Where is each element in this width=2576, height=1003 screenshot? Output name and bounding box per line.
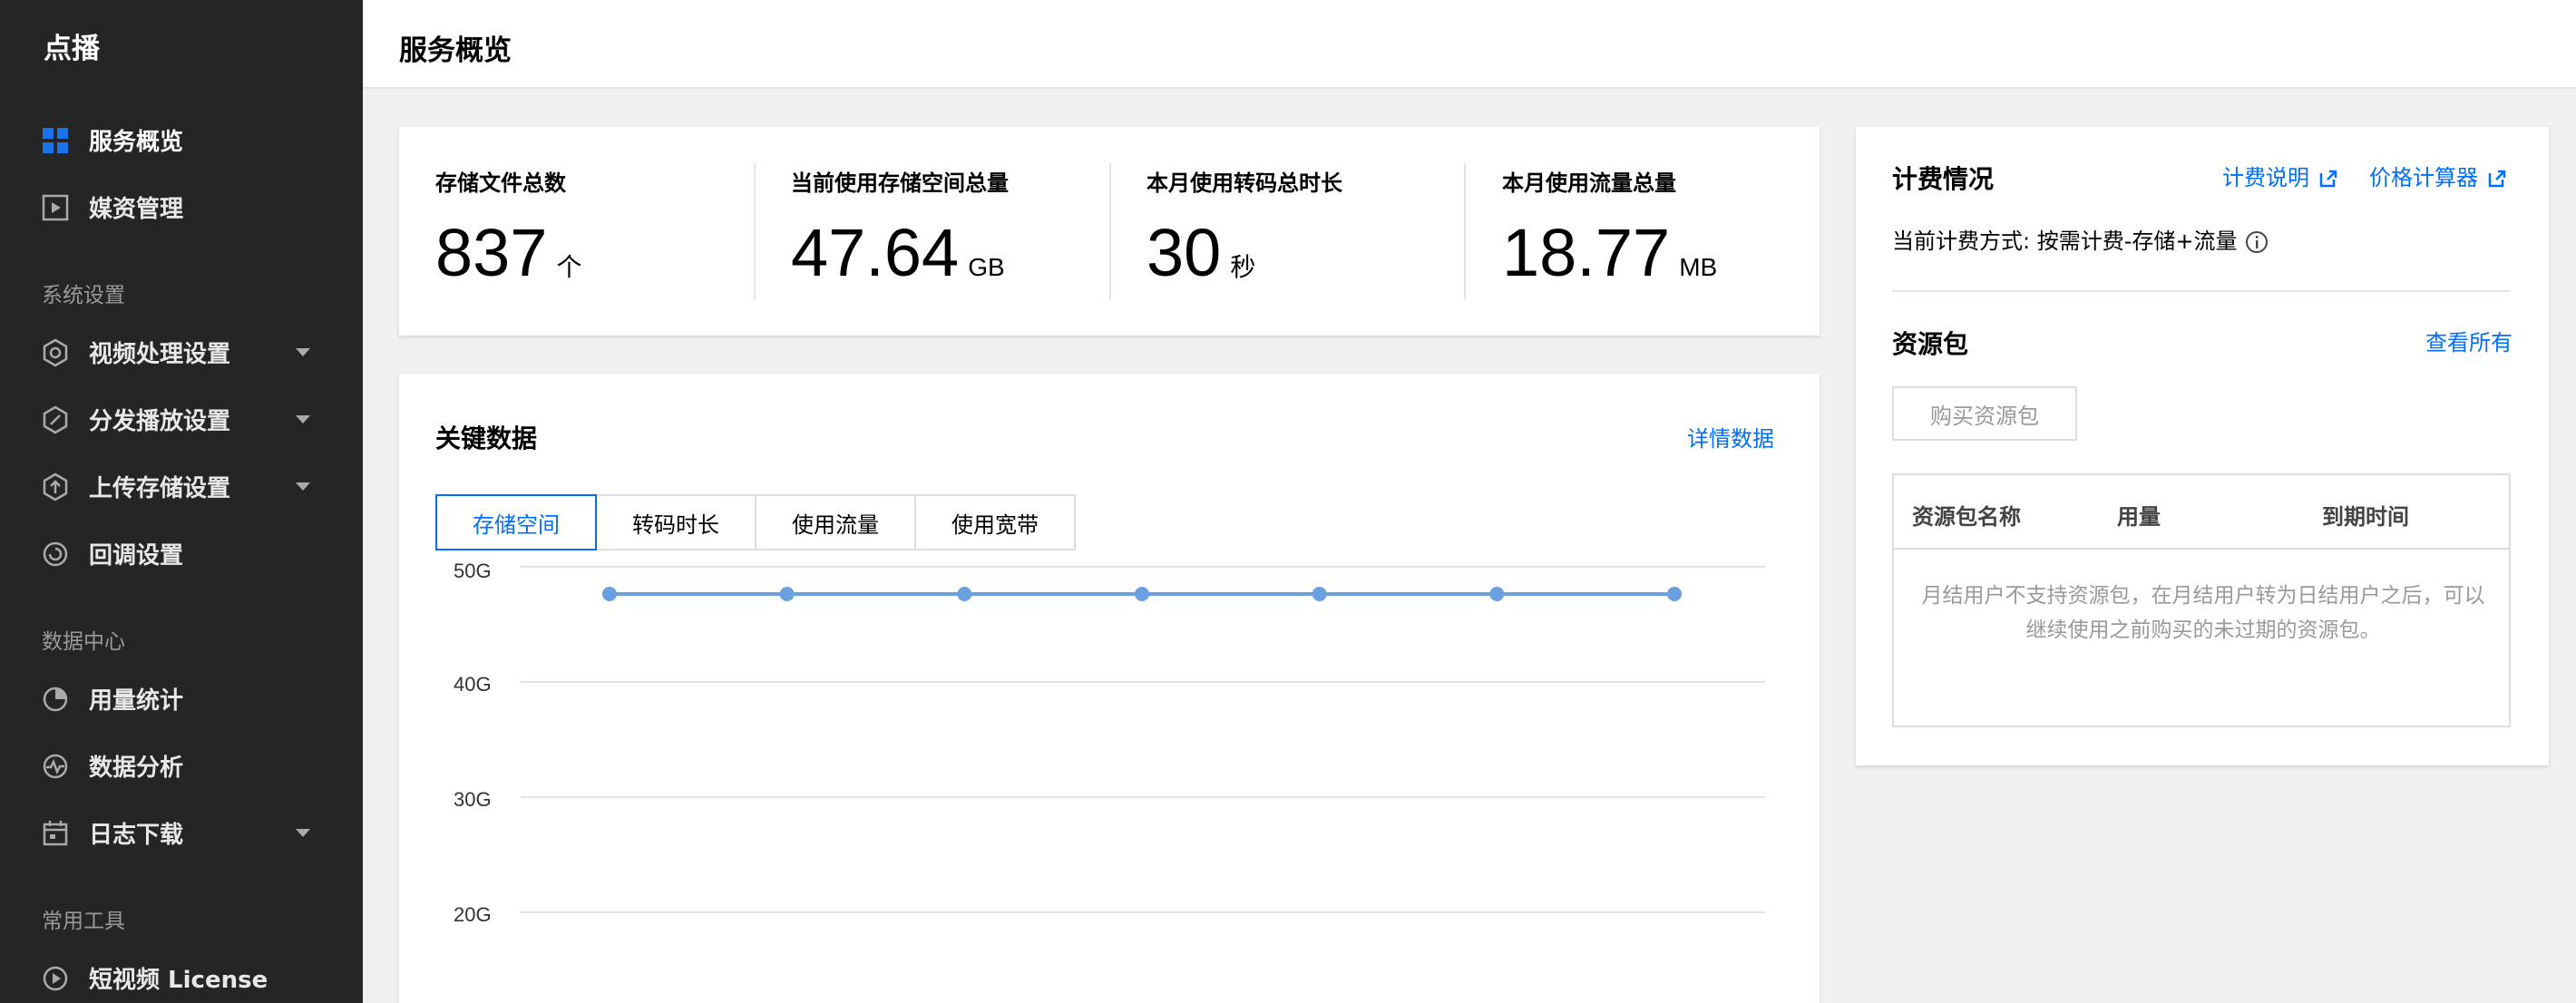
sidebar-item-distribution[interactable]: 分发播放设置 xyxy=(0,392,363,446)
stat-unit: MB xyxy=(1679,253,1718,281)
upload-icon xyxy=(43,472,68,502)
stat-value: 30 秒 xyxy=(1147,215,1256,290)
column-header: 资源包名称 xyxy=(1912,504,2021,530)
stat-transcode-duration: 本月使用转码总时长 30 秒 xyxy=(1110,127,1466,336)
chevron-down-icon xyxy=(296,348,310,356)
stat-value: 837 个 xyxy=(435,215,582,290)
external-link-icon xyxy=(2488,170,2506,188)
key-data-card: 关键数据 详情数据 存储空间 转码时长 使用流量 使用宽带 50G 40G 30… xyxy=(399,374,1820,1003)
data-point xyxy=(957,586,972,601)
sidebar-item-label: 回调设置 xyxy=(89,541,184,570)
tab-storage[interactable]: 存储空间 xyxy=(435,494,597,550)
stat-label: 当前使用存储空间总量 xyxy=(791,170,1009,196)
sidebar-item-log-download[interactable]: 日志下载 xyxy=(0,805,363,860)
divider xyxy=(1892,290,2511,292)
billing-card: 计费情况 计费说明 价格计算器 当前计费方式: 按需计费-存储+流量 资源包 查… xyxy=(1856,127,2549,765)
play-circle-icon xyxy=(43,966,68,991)
sidebar-item-label: 短视频 License xyxy=(89,966,268,994)
data-point xyxy=(1667,586,1682,601)
sidebar-item-label: 媒资管理 xyxy=(89,195,184,223)
sidebar-item-short-video-license[interactable]: 短视频 License xyxy=(0,950,363,1003)
resource-pack-table: 资源包名称 用量 到期时间 月结用户不支持资源包，在月结用户转为日结用户之后，可… xyxy=(1892,473,2511,727)
settings-gear-icon xyxy=(43,338,68,367)
stat-file-count: 存储文件总数 837 个 xyxy=(399,127,755,336)
page-header: 服务概览 xyxy=(363,0,2576,89)
sidebar-item-label: 用量统计 xyxy=(89,687,184,715)
pulse-icon xyxy=(43,754,68,779)
sidebar-item-overview[interactable]: 服务概览 xyxy=(0,112,363,167)
storage-line-chart xyxy=(521,566,1765,913)
table-header: 资源包名称 用量 到期时间 xyxy=(1894,475,2509,550)
resource-pack-title: 资源包 xyxy=(1892,329,1969,359)
sidebar-item-usage-stats[interactable]: 用量统计 xyxy=(0,671,363,725)
chevron-down-icon xyxy=(296,482,310,491)
calendar-icon xyxy=(43,821,68,846)
stat-traffic-total: 本月使用流量总量 18.77 MB xyxy=(1466,127,1821,336)
sidebar-item-upload-storage[interactable]: 上传存储设置 xyxy=(0,459,363,513)
data-point xyxy=(1489,586,1505,601)
sidebar-item-video-processing[interactable]: 视频处理设置 xyxy=(0,325,363,379)
distribution-icon xyxy=(43,405,68,434)
page-title: 服务概览 xyxy=(399,34,512,67)
view-all-link[interactable]: 查看所有 xyxy=(2425,325,2513,356)
buy-resource-pack-button[interactable]: 购买资源包 xyxy=(1892,386,2077,441)
billing-title: 计费情况 xyxy=(1892,164,1995,194)
empty-state-text: 月结用户不支持资源包，在月结用户转为日结用户之后，可以继续使用之前购买的未过期的… xyxy=(1921,584,2485,642)
stat-unit: 秒 xyxy=(1230,253,1256,281)
stat-storage-total: 当前使用存储空间总量 47.64 GB xyxy=(755,127,1110,336)
sidebar-item-label: 服务概览 xyxy=(89,128,184,156)
stat-unit: 个 xyxy=(556,253,582,281)
sidebar-item-label: 上传存储设置 xyxy=(89,474,231,502)
stat-value: 18.77 MB xyxy=(1502,215,1718,290)
sidebar-item-label: 分发播放设置 xyxy=(89,407,231,435)
callback-icon xyxy=(43,541,68,567)
dashboard-icon xyxy=(43,128,68,153)
stat-label: 本月使用转码总时长 xyxy=(1147,170,1342,196)
sidebar: 点播 服务概览 媒资管理 系统设置 视频处理设置 分发播放设置 上传存储设置 回… xyxy=(0,0,363,1003)
data-point xyxy=(1312,586,1327,601)
play-square-icon xyxy=(42,194,69,221)
sidebar-item-label: 数据分析 xyxy=(89,754,184,782)
stat-value: 47.64 GB xyxy=(791,215,1005,290)
data-point xyxy=(1135,586,1149,601)
sidebar-item-label: 视频处理设置 xyxy=(89,340,231,368)
stat-label: 存储文件总数 xyxy=(435,170,566,196)
external-link-icon xyxy=(2319,170,2337,188)
column-header: 用量 xyxy=(2117,504,2161,530)
billing-explain-link[interactable]: 计费说明 xyxy=(2222,160,2338,191)
pie-chart-icon xyxy=(43,687,68,712)
nav-group-system: 系统设置 xyxy=(42,284,125,307)
info-icon[interactable] xyxy=(2244,229,2269,255)
sidebar-item-data-analysis[interactable]: 数据分析 xyxy=(0,738,363,793)
billing-mode: 当前计费方式: 按需计费-存储+流量 xyxy=(1892,223,2269,255)
sidebar-item-label: 日志下载 xyxy=(89,821,184,849)
app-title: 点播 xyxy=(44,33,100,65)
column-header: 到期时间 xyxy=(2322,504,2409,530)
data-point xyxy=(779,586,795,601)
nav-group-data-center: 数据中心 xyxy=(42,630,125,654)
data-point xyxy=(602,586,617,601)
nav-group-tools: 常用工具 xyxy=(42,910,125,933)
stat-unit: GB xyxy=(968,253,1005,281)
price-calculator-link[interactable]: 价格计算器 xyxy=(2369,160,2507,191)
stat-label: 本月使用流量总量 xyxy=(1502,170,1676,196)
stats-card: 存储文件总数 837 个 当前使用存储空间总量 47.64 GB 本月使用转码总时长… xyxy=(399,127,1820,336)
chevron-down-icon xyxy=(296,415,310,424)
chevron-down-icon xyxy=(296,829,310,837)
sidebar-item-media[interactable]: 媒资管理 xyxy=(0,180,363,234)
sidebar-item-callback[interactable]: 回调设置 xyxy=(0,526,363,580)
